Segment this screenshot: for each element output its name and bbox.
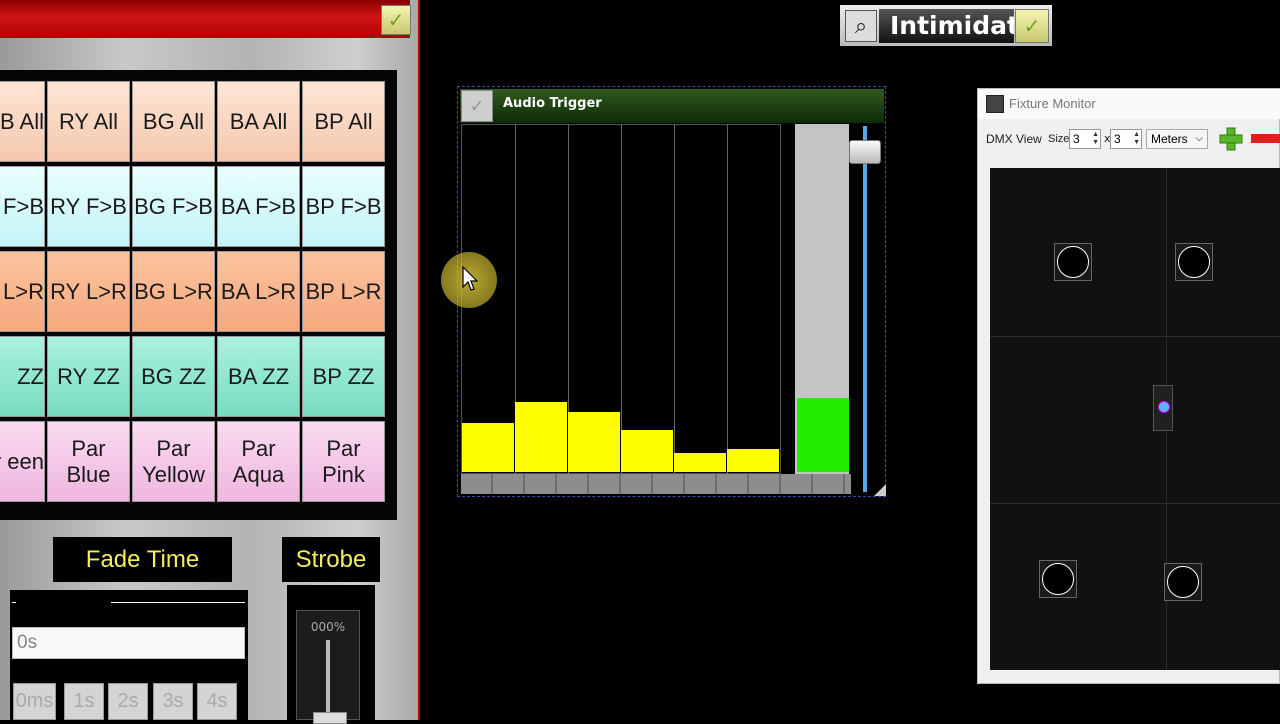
scene-button[interactable]: BP All (302, 81, 385, 162)
scene-button[interactable]: BG F>B (132, 166, 215, 247)
scene-button[interactable]: Par Pink (302, 421, 385, 502)
band-divider (727, 124, 728, 474)
scene-button[interactable]: Par een (0, 421, 45, 502)
beam-icon (1042, 563, 1074, 595)
mouse-pointer-icon (462, 266, 478, 291)
volume-level-fill (797, 398, 849, 472)
scene-button[interactable]: BG L>R (132, 251, 215, 332)
sensitivity-slider-track[interactable] (863, 126, 867, 492)
size-label: Size (1048, 133, 1070, 145)
strobe-slider-handle[interactable] (313, 712, 347, 724)
scene-button[interactable]: Par Yellow (132, 421, 215, 502)
dmx-view-button[interactable]: DMX View (986, 132, 1042, 146)
spin-arrows-icon[interactable]: ▲ ▼ (1092, 131, 1099, 147)
scene-button[interactable]: BP L>R (302, 251, 385, 332)
preset-0ms-button[interactable]: 0ms (13, 683, 56, 720)
cue-label-check-icon[interactable]: ✓ (1015, 9, 1049, 43)
band-divider (674, 124, 675, 474)
fixture-head[interactable] (1039, 560, 1077, 598)
scene-button[interactable]: BG ZZ (132, 336, 215, 417)
grid-line (990, 336, 1280, 337)
unit-select[interactable]: Meters ⌵ (1146, 129, 1208, 149)
fixture-head[interactable] (1054, 243, 1092, 281)
scene-button[interactable]: BA ZZ (217, 336, 300, 417)
scene-button[interactable]: B All (0, 81, 45, 162)
search-icon[interactable]: ⌕ (845, 10, 877, 42)
sensitivity-slider-handle[interactable] (849, 140, 881, 164)
scene-button[interactable]: RY ZZ (47, 336, 130, 417)
fade-time-label: Fade Time (53, 537, 232, 582)
strobe-label: Strobe (282, 537, 380, 582)
fade-time-input[interactable]: 0s (12, 627, 245, 659)
beam-icon (1158, 401, 1170, 413)
spectrum-bar[interactable] (568, 412, 620, 472)
scene-button[interactable]: BP ZZ (302, 336, 385, 417)
scene-button[interactable]: RY F>B (47, 166, 130, 247)
scene-button[interactable]: RY L>R (47, 251, 130, 332)
scene-button[interactable]: BG All (132, 81, 215, 162)
spectrum-bar[interactable] (674, 453, 726, 472)
fixture-moving-head[interactable] (1153, 385, 1173, 431)
scene-button[interactable]: ZZ (0, 336, 45, 417)
preset-1s-button[interactable]: 1s (64, 683, 104, 720)
strobe-percent: 000% (310, 620, 346, 634)
fixture-grid-canvas[interactable] (990, 168, 1280, 670)
plus-icon[interactable] (1218, 127, 1244, 151)
scene-button[interactable]: Par Blue (47, 421, 130, 502)
frame-enable-check-icon[interactable]: ✓ (381, 5, 411, 35)
beam-icon (1178, 246, 1210, 278)
band-selector-strip[interactable] (461, 474, 851, 494)
scene-button[interactable]: BA L>R (217, 251, 300, 332)
strobe-slider-track[interactable] (326, 640, 330, 720)
spectrum-bar[interactable] (462, 423, 514, 472)
chevron-down-icon: ⌵ (1195, 133, 1203, 144)
scene-button[interactable]: BP F>B (302, 166, 385, 247)
scene-button[interactable]: BA All (217, 81, 300, 162)
scene-button[interactable]: Par Aqua (217, 421, 300, 502)
fixture-head[interactable] (1164, 563, 1202, 601)
unit-value: Meters (1151, 132, 1188, 146)
spectrum-bar[interactable] (621, 430, 673, 472)
grid-height-spinbox[interactable]: 3 ▲ ▼ (1110, 129, 1142, 149)
fixture-head[interactable] (1175, 243, 1213, 281)
spectrum-bar[interactable] (515, 402, 567, 472)
spectrum-bar[interactable] (727, 449, 779, 472)
beam-icon (1167, 566, 1199, 598)
band-divider (621, 124, 622, 474)
resize-grip-icon[interactable] (874, 484, 886, 496)
grid-height-value: 3 (1114, 132, 1121, 146)
preset-4s-button[interactable]: 4s (197, 683, 237, 720)
beam-icon (1057, 246, 1089, 278)
minus-icon[interactable] (1251, 134, 1280, 143)
fixture-monitor-app-icon (986, 95, 1004, 113)
audio-enable-check-icon[interactable]: ✓ (461, 90, 493, 122)
fixture-monitor-title: Fixture Monitor (1009, 96, 1096, 111)
grid-line (990, 503, 1280, 504)
spin-arrows-icon[interactable]: ▲ ▼ (1133, 131, 1140, 147)
audio-trigger-title: Audio Trigger (503, 96, 602, 111)
frame-header-bar (0, 0, 410, 38)
preset-3s-button[interactable]: 3s (153, 683, 193, 720)
grid-width-spinbox[interactable]: 3 ▲ ▼ (1069, 129, 1101, 149)
cue-label-text: Intimidat (879, 9, 1014, 43)
panel-divider (418, 0, 420, 720)
preset-2s-button[interactable]: 2s (108, 683, 148, 720)
scene-button[interactable]: L>R (0, 251, 45, 332)
scene-button[interactable]: F>B (0, 166, 45, 247)
scene-button[interactable]: BA F>B (217, 166, 300, 247)
scene-button[interactable]: RY All (47, 81, 130, 162)
grid-width-value: 3 (1073, 132, 1080, 146)
